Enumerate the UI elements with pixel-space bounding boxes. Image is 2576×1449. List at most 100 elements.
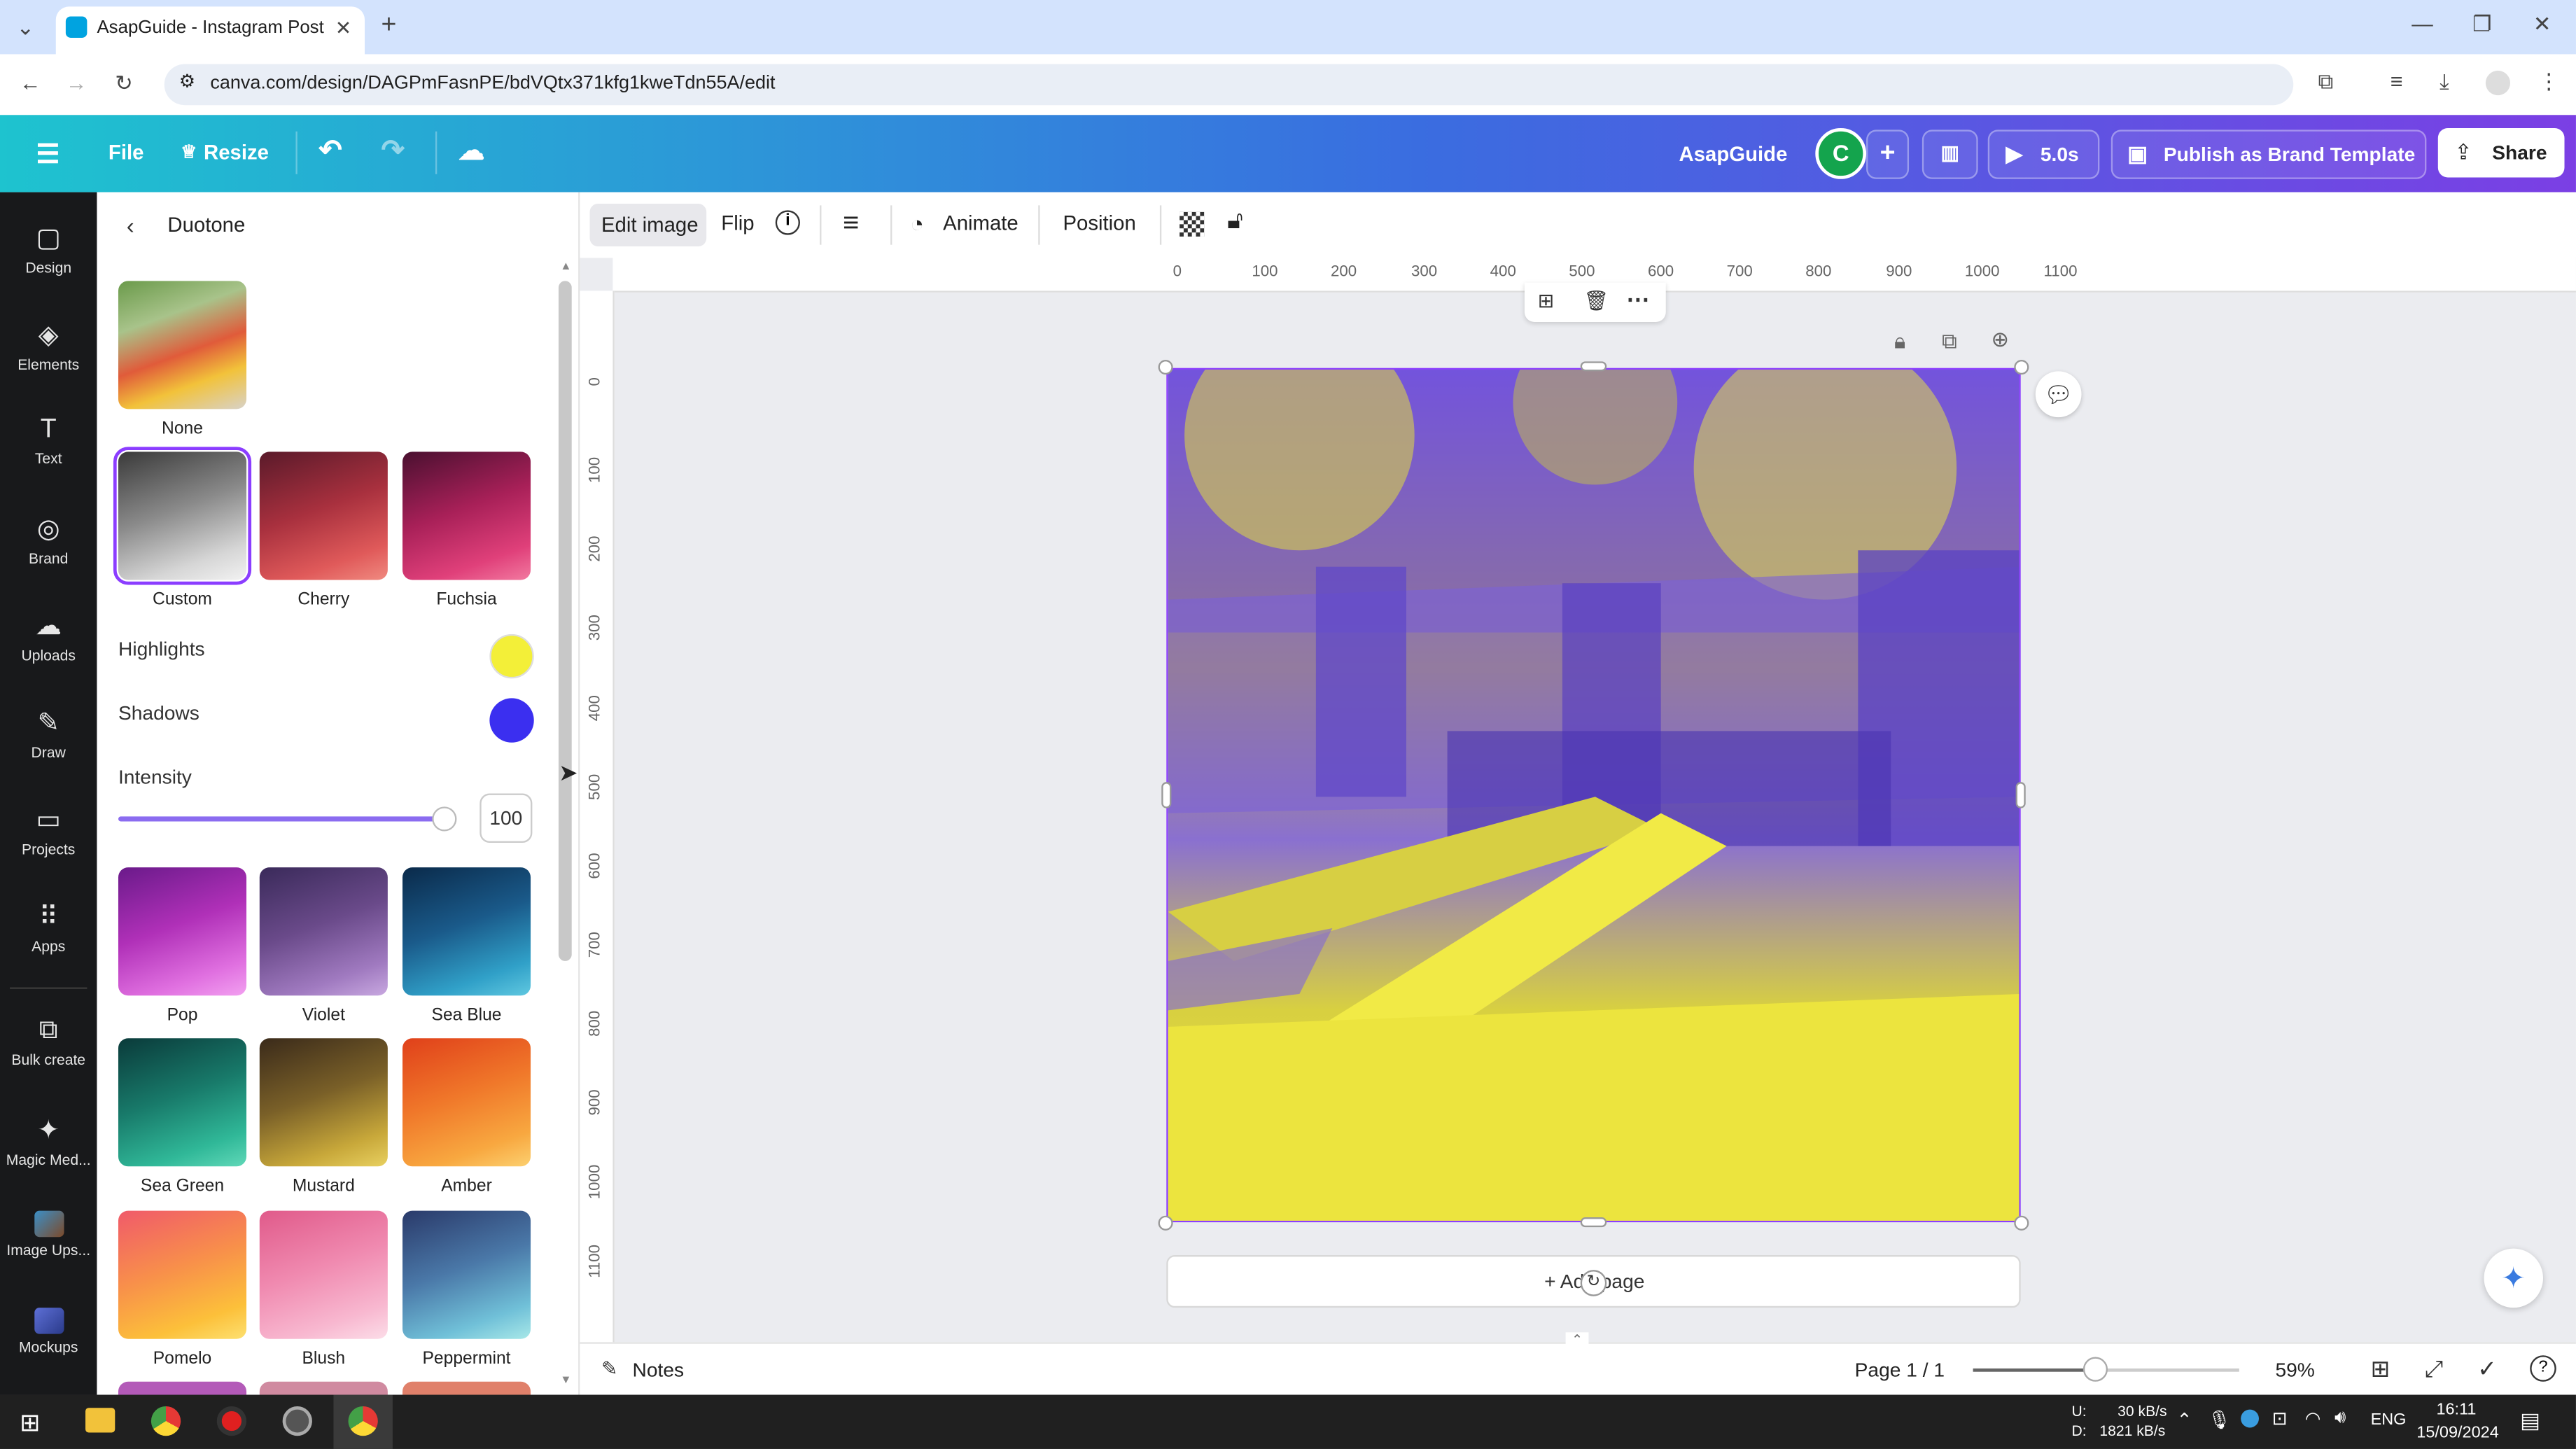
duotone-violet-thumb[interactable] [259, 867, 388, 996]
intensity-value-input[interactable]: 100 [479, 793, 533, 843]
redo-icon[interactable]: ↷ [381, 134, 404, 167]
page-lock-icon[interactable]: 🔒︎ [1894, 328, 1905, 355]
media-icon[interactable]: ≡ [2390, 71, 2403, 92]
rotate-handle-icon[interactable]: ↻ [1580, 1270, 1607, 1296]
duotone-fuchsia-thumb[interactable] [402, 451, 531, 580]
present-button[interactable]: ▶ 5.0s [1987, 130, 2100, 179]
more-options-icon[interactable]: ⋯ [1626, 286, 1649, 314]
clock-date[interactable]: 15/09/2024 [2416, 1424, 2498, 1443]
lock-icon[interactable]: 🔓︎ [1227, 207, 1243, 235]
wifi-icon[interactable]: ◠ [2305, 1408, 2321, 1429]
duotone-pop-thumb[interactable] [118, 867, 247, 996]
animate-button[interactable]: Animate [943, 212, 1018, 235]
intensity-slider-thumb[interactable] [432, 806, 457, 832]
duotone-peppermint-thumb[interactable] [402, 1210, 531, 1339]
rail-item-magic-media[interactable]: ✦ Magic Med... [0, 1098, 97, 1183]
magic-assistant-icon[interactable]: ✦ [2484, 1248, 2544, 1308]
windows-start-icon[interactable]: ⊞ [20, 1408, 41, 1438]
scroll-down-icon[interactable]: ▼ [560, 1375, 571, 1386]
clock-time[interactable]: 16:11 [2436, 1401, 2476, 1420]
rail-item-mockups[interactable]: . Mockups [0, 1292, 97, 1377]
edit-image-button[interactable]: Edit image [589, 204, 707, 247]
avatar[interactable]: C [1815, 128, 1867, 179]
duplicate-icon[interactable]: ⊞ [1538, 289, 1555, 312]
chevron-up-icon[interactable]: ⌃ [1565, 1332, 1589, 1347]
browser-tab[interactable]: AsapGuide - Instagram Post ✕ [55, 6, 365, 55]
restore-icon[interactable]: ❐ [2472, 13, 2491, 35]
zoom-slider-thumb[interactable] [2082, 1357, 2108, 1382]
resize-handle[interactable] [2014, 1215, 2029, 1231]
duotone-blush-thumb[interactable] [259, 1210, 388, 1339]
tray-app-icon[interactable] [2241, 1409, 2259, 1428]
rail-item-design[interactable]: ▢ Design [0, 205, 97, 290]
resize-handle[interactable] [2014, 359, 2029, 375]
browser-menu-icon[interactable]: ⋮ [2538, 71, 2560, 92]
url-field[interactable]: ⚙ canva.com/design/DAGPmFasnPE/bdVQtx371… [164, 64, 2294, 106]
duotone-cherry-thumb[interactable] [259, 451, 388, 580]
resize-handle[interactable] [1158, 1215, 1173, 1231]
main-menu-icon[interactable]: ☰ [36, 138, 60, 171]
rail-item-uploads[interactable]: ☁ Uploads [0, 593, 97, 678]
duotone-next-thumb[interactable] [402, 1381, 531, 1395]
notifications-icon[interactable]: ▤ [2520, 1408, 2540, 1434]
insights-icon[interactable]: ▥ [1921, 130, 1978, 179]
transparency-icon[interactable] [1180, 211, 1205, 237]
back-arrow-icon[interactable]: ‹ [127, 212, 134, 239]
profile-avatar[interactable] [2485, 70, 2511, 96]
tray-chevron-icon[interactable]: ⌃ [2177, 1410, 2192, 1431]
share-button[interactable]: ⇪ Share [2437, 128, 2565, 178]
add-collaborator-button[interactable]: + [1866, 130, 1910, 179]
page-indicator[interactable]: Page 1 / 1 [1855, 1359, 1945, 1382]
duotone-playground-image[interactable] [1166, 368, 2021, 1223]
close-window-icon[interactable]: ✕ [2533, 13, 2552, 35]
comment-icon[interactable]: 💬︎ [2035, 371, 2082, 418]
language-indicator[interactable]: ENG [2371, 1411, 2407, 1429]
duotone-sea-blue-thumb[interactable] [402, 867, 531, 996]
help-icon[interactable]: ? [2530, 1355, 2556, 1382]
page-add-icon[interactable]: ⊕ [1991, 327, 2009, 354]
duotone-custom-thumb[interactable] [113, 447, 252, 585]
zoom-level[interactable]: 59% [2275, 1359, 2314, 1382]
duotone-next-thumb[interactable] [118, 1381, 247, 1395]
resize-handle[interactable] [2015, 782, 2026, 808]
page-duplicate-icon[interactable]: ⧉ [1942, 328, 1957, 355]
info-icon[interactable]: i [775, 210, 800, 235]
rail-item-bulk-create[interactable]: ⧉ Bulk create [0, 1000, 97, 1086]
resize-handle[interactable] [1580, 361, 1607, 372]
resize-handle[interactable] [1580, 1217, 1607, 1228]
chrome-icon[interactable] [150, 1406, 181, 1436]
notes-button[interactable]: Notes [633, 1359, 685, 1382]
download-icon[interactable]: ⤓ [2440, 71, 2449, 92]
chrome-active-icon[interactable] [348, 1406, 378, 1436]
minimize-icon[interactable]: — [2412, 13, 2433, 35]
delete-icon[interactable]: 🗑︎ [1583, 289, 1609, 312]
file-menu[interactable]: File [108, 141, 144, 164]
fullscreen-icon[interactable]: ⤢ [2425, 1355, 2443, 1383]
reload-icon[interactable]: ↻ [115, 72, 133, 94]
rail-item-draw[interactable]: ✎ Draw [0, 690, 97, 776]
site-info-icon[interactable]: ⚙ [179, 73, 195, 92]
resize-handle[interactable] [1161, 782, 1172, 808]
grid-view-icon[interactable]: ⊞ [2371, 1355, 2390, 1383]
resize-button[interactable]: Resize [204, 141, 269, 164]
flip-button[interactable]: Flip [721, 212, 754, 235]
duotone-none-thumb[interactable] [118, 281, 247, 410]
intensity-slider-track[interactable] [118, 816, 444, 822]
shadows-color-swatch[interactable] [489, 698, 534, 743]
tab-search-icon[interactable]: ⌄ [16, 16, 34, 38]
duotone-amber-thumb[interactable] [402, 1038, 531, 1167]
forward-icon[interactable]: → [66, 72, 88, 94]
position-button[interactable]: Position [1063, 212, 1135, 235]
rail-item-image-upscaler[interactable]: . Image Ups... [0, 1194, 97, 1280]
undo-icon[interactable]: ↶ [318, 134, 342, 167]
publish-brand-template-button[interactable]: ▣ Publish as Brand Template [2110, 130, 2427, 179]
check-icon[interactable]: ✓ [2477, 1355, 2497, 1383]
rail-item-apps[interactable]: ⠿ Apps [0, 884, 97, 969]
rail-item-text[interactable]: T Text [0, 399, 97, 484]
duotone-pomelo-thumb[interactable] [118, 1210, 247, 1339]
rail-item-elements[interactable]: ◈ Elements [0, 302, 97, 388]
obs-icon[interactable] [282, 1406, 312, 1436]
duotone-mustard-thumb[interactable] [259, 1038, 388, 1167]
file-explorer-icon[interactable] [85, 1408, 115, 1433]
duotone-next-thumb[interactable] [259, 1381, 388, 1395]
